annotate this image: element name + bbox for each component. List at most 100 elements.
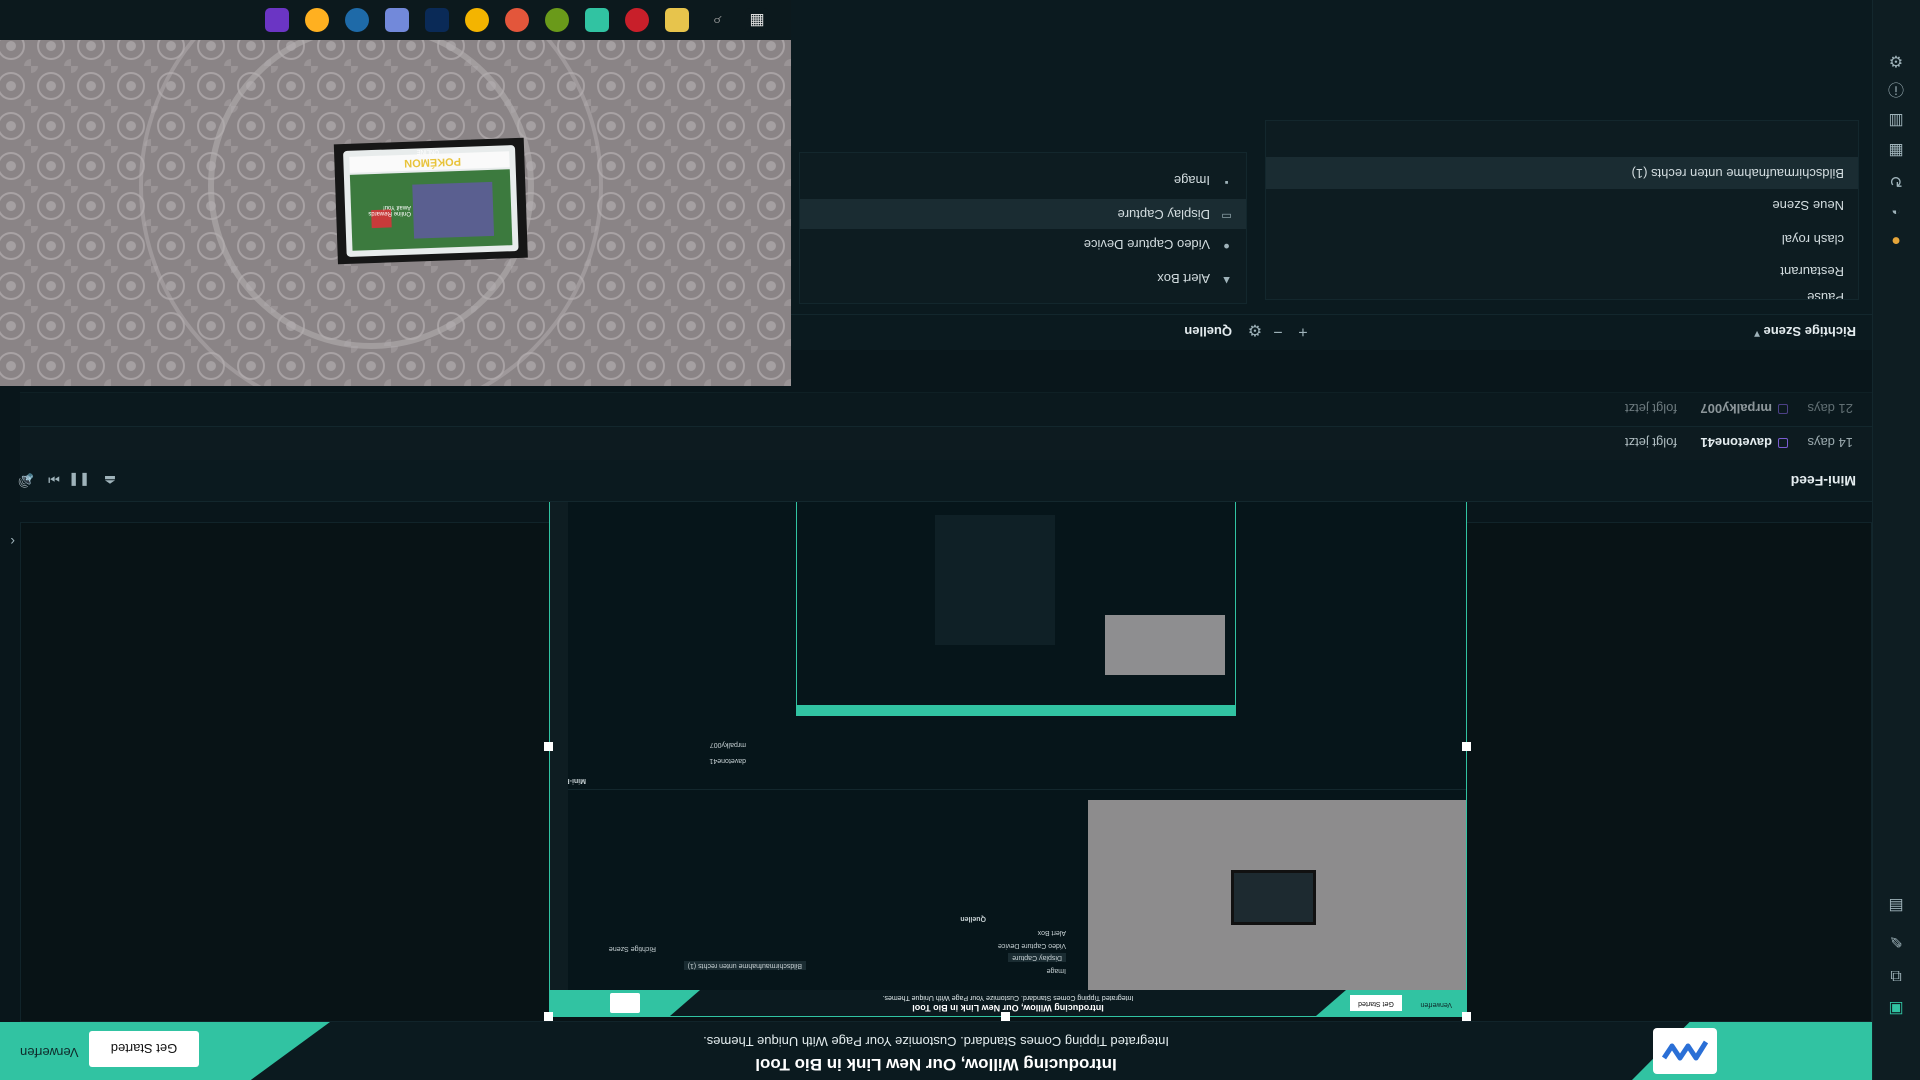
scene-preview[interactable]: Introducing Willow, Our New Link in Bio … (549, 475, 1467, 1017)
preview-banner-sub: Integrated Tipping Comes Standard. Custo… (882, 994, 1134, 1001)
resize-handle-l[interactable] (1462, 742, 1471, 751)
help-icon[interactable]: ◔ (1886, 200, 1906, 220)
scenes-panel: Richtige Szene ▼ + − ⚙ Quellen Pause Res… (791, 0, 1872, 350)
settings-icon[interactable]: ⚙ (1886, 50, 1906, 70)
discord-icon[interactable] (385, 8, 409, 32)
feed-user[interactable]: mrpalky007 (1700, 401, 1772, 416)
feed-age: 14 days (1807, 435, 1853, 450)
feed-row: 21 days mrpalky007 folgt jetzt (20, 392, 1872, 426)
opera-icon[interactable] (625, 8, 649, 32)
chevron-down-icon[interactable]: ▼ (1752, 328, 1762, 339)
left-sidebar: ▣ ⧉ ✎ ▤ ● ◔ ↻ ▦ ▥ ⓘ ⚙ (1872, 0, 1920, 1080)
card-subtitle: ONLINE (416, 148, 439, 154)
scene-list: Pause Restaurant clash royal Neue Szene … (1265, 120, 1859, 300)
skip-icon[interactable]: ⏭ (46, 472, 62, 488)
photoshop-icon[interactable] (425, 8, 449, 32)
preview-source-4: Alert Box (1037, 929, 1066, 936)
camera-icon: ● (1223, 240, 1230, 252)
preview-sources: Image Display Capture Video Capture Devi… (826, 876, 1076, 976)
scene-item-selected-label[interactable]: Bildschirmaufnahme unten rechts (1) (1632, 166, 1844, 181)
preview-sources-title: Quellen (960, 915, 986, 922)
prime-icon[interactable]: ● (1886, 230, 1906, 250)
store-icon[interactable]: ▤ (1886, 895, 1906, 915)
card-caption: Online Rewards Await You! (368, 204, 411, 216)
preview-feed-1: davetone41 (709, 757, 746, 764)
filter-icon[interactable]: ⏏ (102, 472, 118, 488)
feed-user[interactable]: davetone41 (1700, 435, 1772, 450)
twitch-icon[interactable] (265, 8, 289, 32)
preview-scenes: Bildschirmaufnahme unten rechts (1) Rich… (566, 942, 806, 972)
banner-headline: Introducing Willow, Our New Link in Bio … (755, 1055, 1117, 1074)
steam-icon[interactable] (345, 8, 369, 32)
source-item-selected[interactable]: ▭ Display Capture (800, 199, 1246, 229)
refresh-icon[interactable]: ↻ (1886, 170, 1906, 190)
scene-item[interactable]: Neue Szene (1772, 198, 1844, 213)
feed-action: folgt jetzt (1624, 435, 1677, 450)
evernote-icon[interactable] (545, 8, 569, 32)
editor-area: Introducing Willow, Our New Link in Bio … (20, 475, 1872, 1022)
resolve-icon[interactable] (305, 8, 329, 32)
scenes-title[interactable]: Richtige Szene (1764, 324, 1856, 339)
preview-webcam (1088, 800, 1466, 990)
layout-icon[interactable]: ⧉ (1886, 965, 1906, 985)
image-icon: ▪ (1224, 176, 1229, 188)
pause-icon[interactable]: ❚❚ (68, 472, 90, 488)
add-scene-icon[interactable]: + (1294, 322, 1312, 340)
windows-start-icon[interactable]: ▦ (745, 8, 769, 32)
webcam-preview: POKÉMON ONLINE Online Rewards Await You! (0, 0, 791, 386)
scene-item[interactable]: Restaurant (1780, 264, 1844, 279)
file-explorer-icon[interactable] (665, 8, 689, 32)
source-item[interactable]: ▲ Alert Box (800, 263, 1246, 293)
volume-icon[interactable]: 🔊 (18, 472, 34, 488)
promo-banner: Introducing Willow, Our New Link in Bio … (0, 1022, 1872, 1080)
source-label: Alert Box (1157, 271, 1210, 286)
preview-card (1231, 870, 1316, 925)
card-brand: POKÉMON (403, 155, 462, 169)
preview-source-2: Display Capture (1008, 953, 1066, 962)
source-label: Image (1173, 173, 1210, 188)
chat-icon[interactable]: ▣ (1886, 998, 1906, 1018)
dismiss-link[interactable]: Verwerfen (20, 1045, 79, 1060)
info-icon[interactable]: ⓘ (1886, 78, 1906, 98)
app-root: ▣ ⧉ ✎ ▤ ● ◔ ↻ ▦ ▥ ⓘ ⚙ Introducing Willow… (0, 0, 1920, 1080)
tools-icon[interactable]: ✎ (1886, 930, 1906, 950)
streamlabs-icon[interactable] (585, 8, 609, 32)
resize-handle-tr[interactable] (544, 1012, 553, 1021)
feed-row: 14 days davetone41 folgt jetzt (20, 426, 1872, 460)
search-icon[interactable]: ⌕ (705, 8, 729, 32)
preview-get-started: Get Started (1350, 995, 1402, 1011)
monitor-icon: ▭ (1221, 210, 1232, 222)
preview-source-3: Video Capture Device (998, 942, 1066, 949)
preview-scene-selected: Bildschirmaufnahme unten rechts (1) (683, 961, 806, 970)
remove-scene-icon[interactable]: − (1269, 322, 1287, 340)
source-item[interactable]: ▪ Image (800, 165, 1246, 195)
follow-icon (1778, 404, 1788, 414)
resize-handle-t[interactable] (1001, 1012, 1010, 1021)
grid-icon[interactable]: ▦ (1886, 140, 1906, 160)
source-label: Video Capture Device (1083, 237, 1210, 252)
resize-handle-tl[interactable] (1462, 1012, 1471, 1021)
studio-mode-icon[interactable]: ▥ (1886, 110, 1906, 130)
scene-item[interactable]: Pause (1807, 290, 1844, 300)
follow-icon (1778, 438, 1788, 448)
banner-subline: Integrated Tipping Comes Standard. Custo… (703, 1034, 1169, 1049)
scene-item[interactable]: clash royal (1782, 232, 1844, 247)
resize-handle-r[interactable] (544, 742, 553, 751)
feed-action: folgt jetzt (1624, 401, 1677, 416)
chevron-left-icon[interactable]: ‹ (10, 534, 15, 550)
scene-settings-icon[interactable]: ⚙ (1246, 320, 1264, 340)
preview-scene-title: Richtige Szene (608, 945, 656, 952)
preview-feed-2: mrpalky007 (709, 741, 746, 748)
preview-logo (610, 993, 640, 1013)
preview-dismiss: Verwerfen (1420, 1001, 1452, 1008)
feed-age: 21 days (1807, 401, 1853, 416)
editor-canvas[interactable]: Introducing Willow, Our New Link in Bio … (20, 475, 1872, 1022)
taskbar: ▦ ⌕ (0, 0, 791, 40)
firefox-icon[interactable] (505, 8, 529, 32)
scenes-header: Richtige Szene ▼ + − ⚙ Quellen (791, 314, 1872, 350)
source-item[interactable]: ● Video Capture Device (800, 229, 1246, 259)
preview-nested (796, 486, 1236, 716)
get-started-button[interactable]: Get Started (89, 1031, 199, 1067)
source-label: Display Capture (1117, 207, 1211, 222)
chrome-icon[interactable] (465, 8, 489, 32)
